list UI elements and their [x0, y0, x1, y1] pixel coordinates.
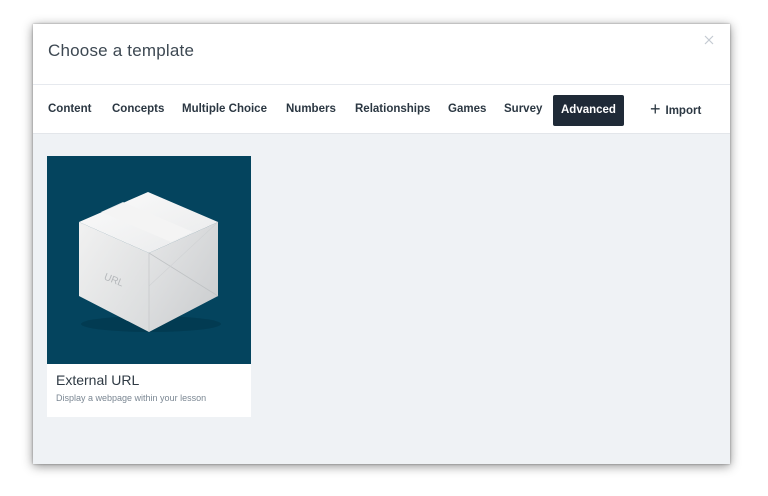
box-icon: URL: [79, 192, 221, 332]
template-title: External URL: [56, 372, 140, 388]
tab-concepts[interactable]: Concepts: [112, 85, 164, 134]
template-category-tabs: Content Concepts Multiple Choice Numbers…: [33, 84, 730, 134]
template-description: Display a webpage within your lesson: [56, 393, 207, 403]
template-card-external-url[interactable]: URL External URL Display a webpage withi…: [47, 156, 251, 417]
tab-content[interactable]: Content: [48, 85, 91, 134]
choose-template-dialog: Choose a template Content Concepts Multi…: [33, 24, 730, 464]
tab-numbers[interactable]: Numbers: [286, 85, 336, 134]
dialog-header: Choose a template: [33, 24, 730, 84]
tab-survey[interactable]: Survey: [504, 85, 542, 134]
tab-relationships[interactable]: Relationships: [355, 85, 430, 134]
tab-multiple-choice[interactable]: Multiple Choice: [182, 85, 267, 134]
tab-advanced[interactable]: Advanced: [553, 95, 624, 126]
close-button[interactable]: [702, 33, 716, 47]
import-label: Import: [665, 105, 702, 117]
close-icon: [704, 35, 714, 45]
dialog-title: Choose a template: [48, 41, 195, 60]
tab-games[interactable]: Games: [448, 85, 486, 134]
template-grid: URL External URL Display a webpage withi…: [33, 134, 730, 464]
template-thumbnail: URL: [47, 156, 251, 364]
plus-icon: +: [650, 99, 661, 119]
import-button[interactable]: + Import: [650, 85, 701, 134]
